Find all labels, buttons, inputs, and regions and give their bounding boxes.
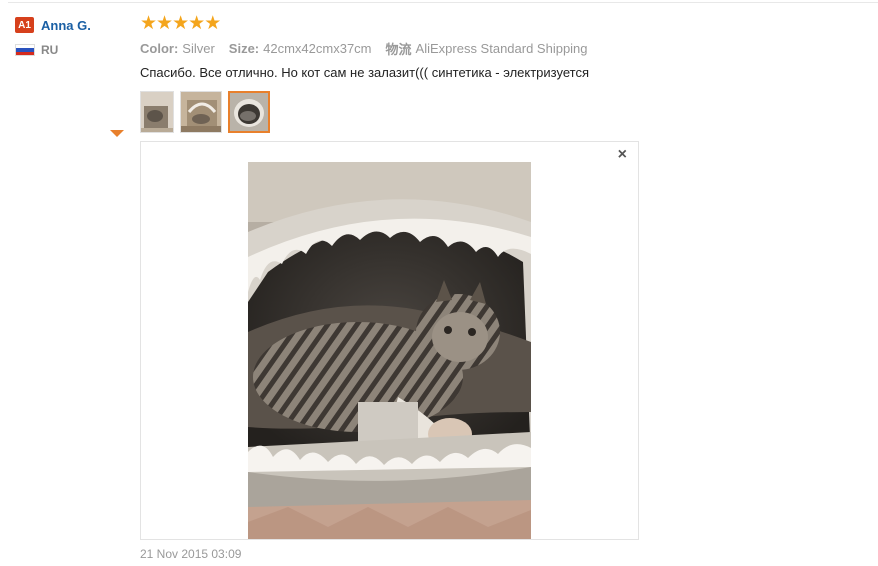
active-thumbnail-caret <box>110 130 124 137</box>
star-icon: ★ <box>188 13 205 34</box>
top-divider <box>8 2 878 3</box>
attr-color-value: Silver <box>182 40 215 56</box>
photo-thumbnails <box>140 91 860 135</box>
attr-color-label: Color: <box>140 40 179 56</box>
star-rating: ★ ★ ★ ★ ★ <box>140 14 860 34</box>
attr-shipping-label: 物流 <box>385 41 412 57</box>
attr-shipping-value: AliExpress Standard Shipping <box>415 40 588 56</box>
review-body: ★ ★ ★ ★ ★ Color: Silver Size: 42cmx42cmx37cm… <box>140 14 860 135</box>
photo-thumbnail-3[interactable] <box>228 91 270 133</box>
star-icon: ★ <box>172 13 189 34</box>
buyer-level-badge: A1 <box>15 17 34 33</box>
attr-shipping: 物流 AliExpress Standard Shipping <box>386 39 588 58</box>
close-viewer-button[interactable]: × <box>618 146 627 164</box>
reviewer-info: A1 Anna G. RU <box>15 16 130 58</box>
cat-photo-icon <box>181 92 221 132</box>
review-date: 21 Nov 2015 03:09 <box>140 547 242 561</box>
reviewer-country: RU <box>15 42 130 58</box>
cat-photo-icon <box>141 92 173 132</box>
review-photo <box>248 162 531 539</box>
star-icon: ★ <box>204 13 221 34</box>
reviewer-name-link[interactable]: Anna G. <box>41 18 91 33</box>
photo-thumbnail-1[interactable] <box>140 91 174 133</box>
cat-photo-icon <box>230 93 268 131</box>
reviewer-row: A1 Anna G. <box>15 16 130 34</box>
country-code: RU <box>41 43 59 57</box>
attr-size: Size: 42cmx42cmx37cm <box>229 41 372 56</box>
photo-viewer: × <box>140 141 639 540</box>
attr-size-label: Size: <box>228 40 260 56</box>
photo-thumbnail-2[interactable] <box>180 91 222 133</box>
russia-flag-icon <box>15 44 35 56</box>
attr-color: Color: Silver <box>140 41 215 56</box>
review-text: Спасибо. Все отлично. Но кот сам не зала… <box>140 65 589 80</box>
star-icon: ★ <box>156 13 173 34</box>
cat-in-bed-photo <box>248 162 531 539</box>
attr-size-value: 42cmx42cmx37cm <box>263 40 372 56</box>
order-attributes: Color: Silver Size: 42cmx42cmx37cm 物流 Al… <box>140 39 860 57</box>
star-icon: ★ <box>140 13 157 34</box>
